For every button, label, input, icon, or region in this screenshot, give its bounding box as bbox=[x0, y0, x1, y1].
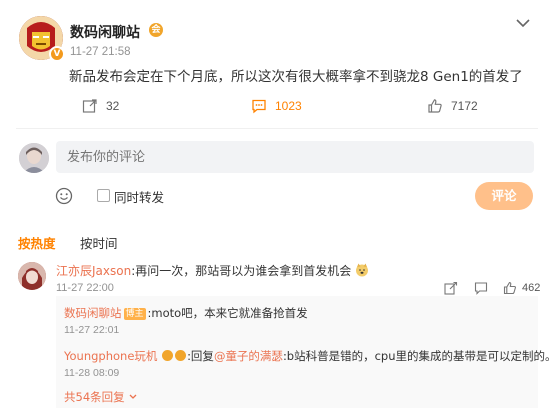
reply-mention[interactable]: @童子的满瑟 bbox=[214, 349, 283, 363]
tab-sort-hot[interactable]: 按热度 bbox=[18, 233, 56, 252]
emoji-icon[interactable] bbox=[55, 187, 73, 205]
reply-author-name[interactable]: 数码闲聊站 bbox=[64, 306, 122, 320]
reply-text: :b站科普是错的，cpu里的集成的基带是可以定制的。 bbox=[282, 349, 554, 363]
reply-line: Youngphone玩机 :回复@童子的满瑟:b站科普是错的，cpu里的集成的基… bbox=[64, 348, 554, 364]
my-avatar[interactable] bbox=[19, 143, 49, 173]
repost-button[interactable]: 32 bbox=[82, 95, 119, 117]
comment-reply-icon[interactable] bbox=[474, 280, 488, 296]
comment-like-count: 462 bbox=[522, 282, 541, 294]
reply-time: 11-27 22:01 bbox=[64, 324, 120, 336]
post-header: V 数码闲聊站 会 11-27 21:58 bbox=[16, 14, 546, 64]
comment-time: 11-27 22:00 bbox=[56, 282, 114, 294]
chevron-down-icon bbox=[129, 394, 137, 399]
thumbs-up-icon bbox=[503, 281, 516, 295]
author-tag-badge: 博主 bbox=[123, 308, 146, 320]
comment-button[interactable]: 1023 bbox=[251, 95, 302, 117]
comment-input[interactable] bbox=[56, 141, 534, 173]
reply-text: :moto吧，本来它就准备抢首发 bbox=[147, 306, 308, 320]
divider bbox=[16, 128, 538, 129]
reply-line: 数码闲聊站 博主:moto吧，本来它就准备抢首发 bbox=[64, 305, 308, 321]
author-name[interactable]: 数码闲聊站 bbox=[70, 22, 140, 42]
repost-count: 32 bbox=[106, 99, 120, 113]
post-text: 新品发布会定在下个月底，所以这次有很大概率拿不到骁龙8 Gen1的首发了 bbox=[69, 69, 523, 85]
comment-share-icon[interactable] bbox=[444, 280, 458, 296]
post-action-bar: 32 1023 7172 bbox=[0, 95, 554, 117]
repost-icon bbox=[82, 99, 97, 113]
reply-list: 数码闲聊站 博主:moto吧，本来它就准备抢首发 11-27 22:01 Youn… bbox=[56, 296, 554, 408]
chevron-down-icon[interactable] bbox=[514, 16, 532, 30]
submit-comment-button[interactable]: 评论 bbox=[475, 182, 533, 210]
vip-badge-icon bbox=[162, 350, 174, 361]
commenter-avatar[interactable] bbox=[18, 262, 46, 290]
composer-tools: 同时转发 评论 bbox=[16, 182, 536, 210]
vip-badge-icon: 会 bbox=[149, 23, 163, 37]
repost-checkbox[interactable] bbox=[97, 189, 110, 202]
like-count: 7172 bbox=[451, 99, 478, 113]
vip-badge-icon bbox=[175, 350, 187, 361]
more-replies-label: 共54条回复 bbox=[64, 390, 125, 404]
comment-like-button[interactable]: 462 bbox=[503, 280, 540, 296]
repost-checkbox-label[interactable]: 同时转发 bbox=[114, 187, 164, 206]
more-replies-link[interactable]: 共54条回复 bbox=[64, 389, 138, 405]
comment-count: 1023 bbox=[275, 99, 302, 113]
thumbs-up-icon bbox=[428, 99, 442, 113]
reply-author-name[interactable]: Youngphone玩机 bbox=[64, 349, 157, 363]
tab-sort-time[interactable]: 按时间 bbox=[80, 233, 118, 252]
post-time[interactable]: 11-27 21:58 bbox=[70, 46, 131, 58]
comment-icon bbox=[252, 99, 266, 114]
reply-time: 11-28 08:09 bbox=[64, 367, 120, 379]
verified-badge-icon: V bbox=[49, 46, 65, 62]
comment-composer bbox=[16, 140, 536, 175]
doge-emoji-icon bbox=[356, 263, 369, 277]
reply-prefix: :回复 bbox=[187, 349, 214, 363]
comment-text: :再问一次，那站哥以为谁会拿到首发机会 bbox=[131, 264, 352, 278]
comment-line: 江亦辰Jaxson:再问一次，那站哥以为谁会拿到首发机会 bbox=[56, 262, 369, 279]
commenter-name[interactable]: 江亦辰Jaxson bbox=[56, 264, 131, 278]
like-button[interactable]: 7172 bbox=[427, 95, 478, 117]
